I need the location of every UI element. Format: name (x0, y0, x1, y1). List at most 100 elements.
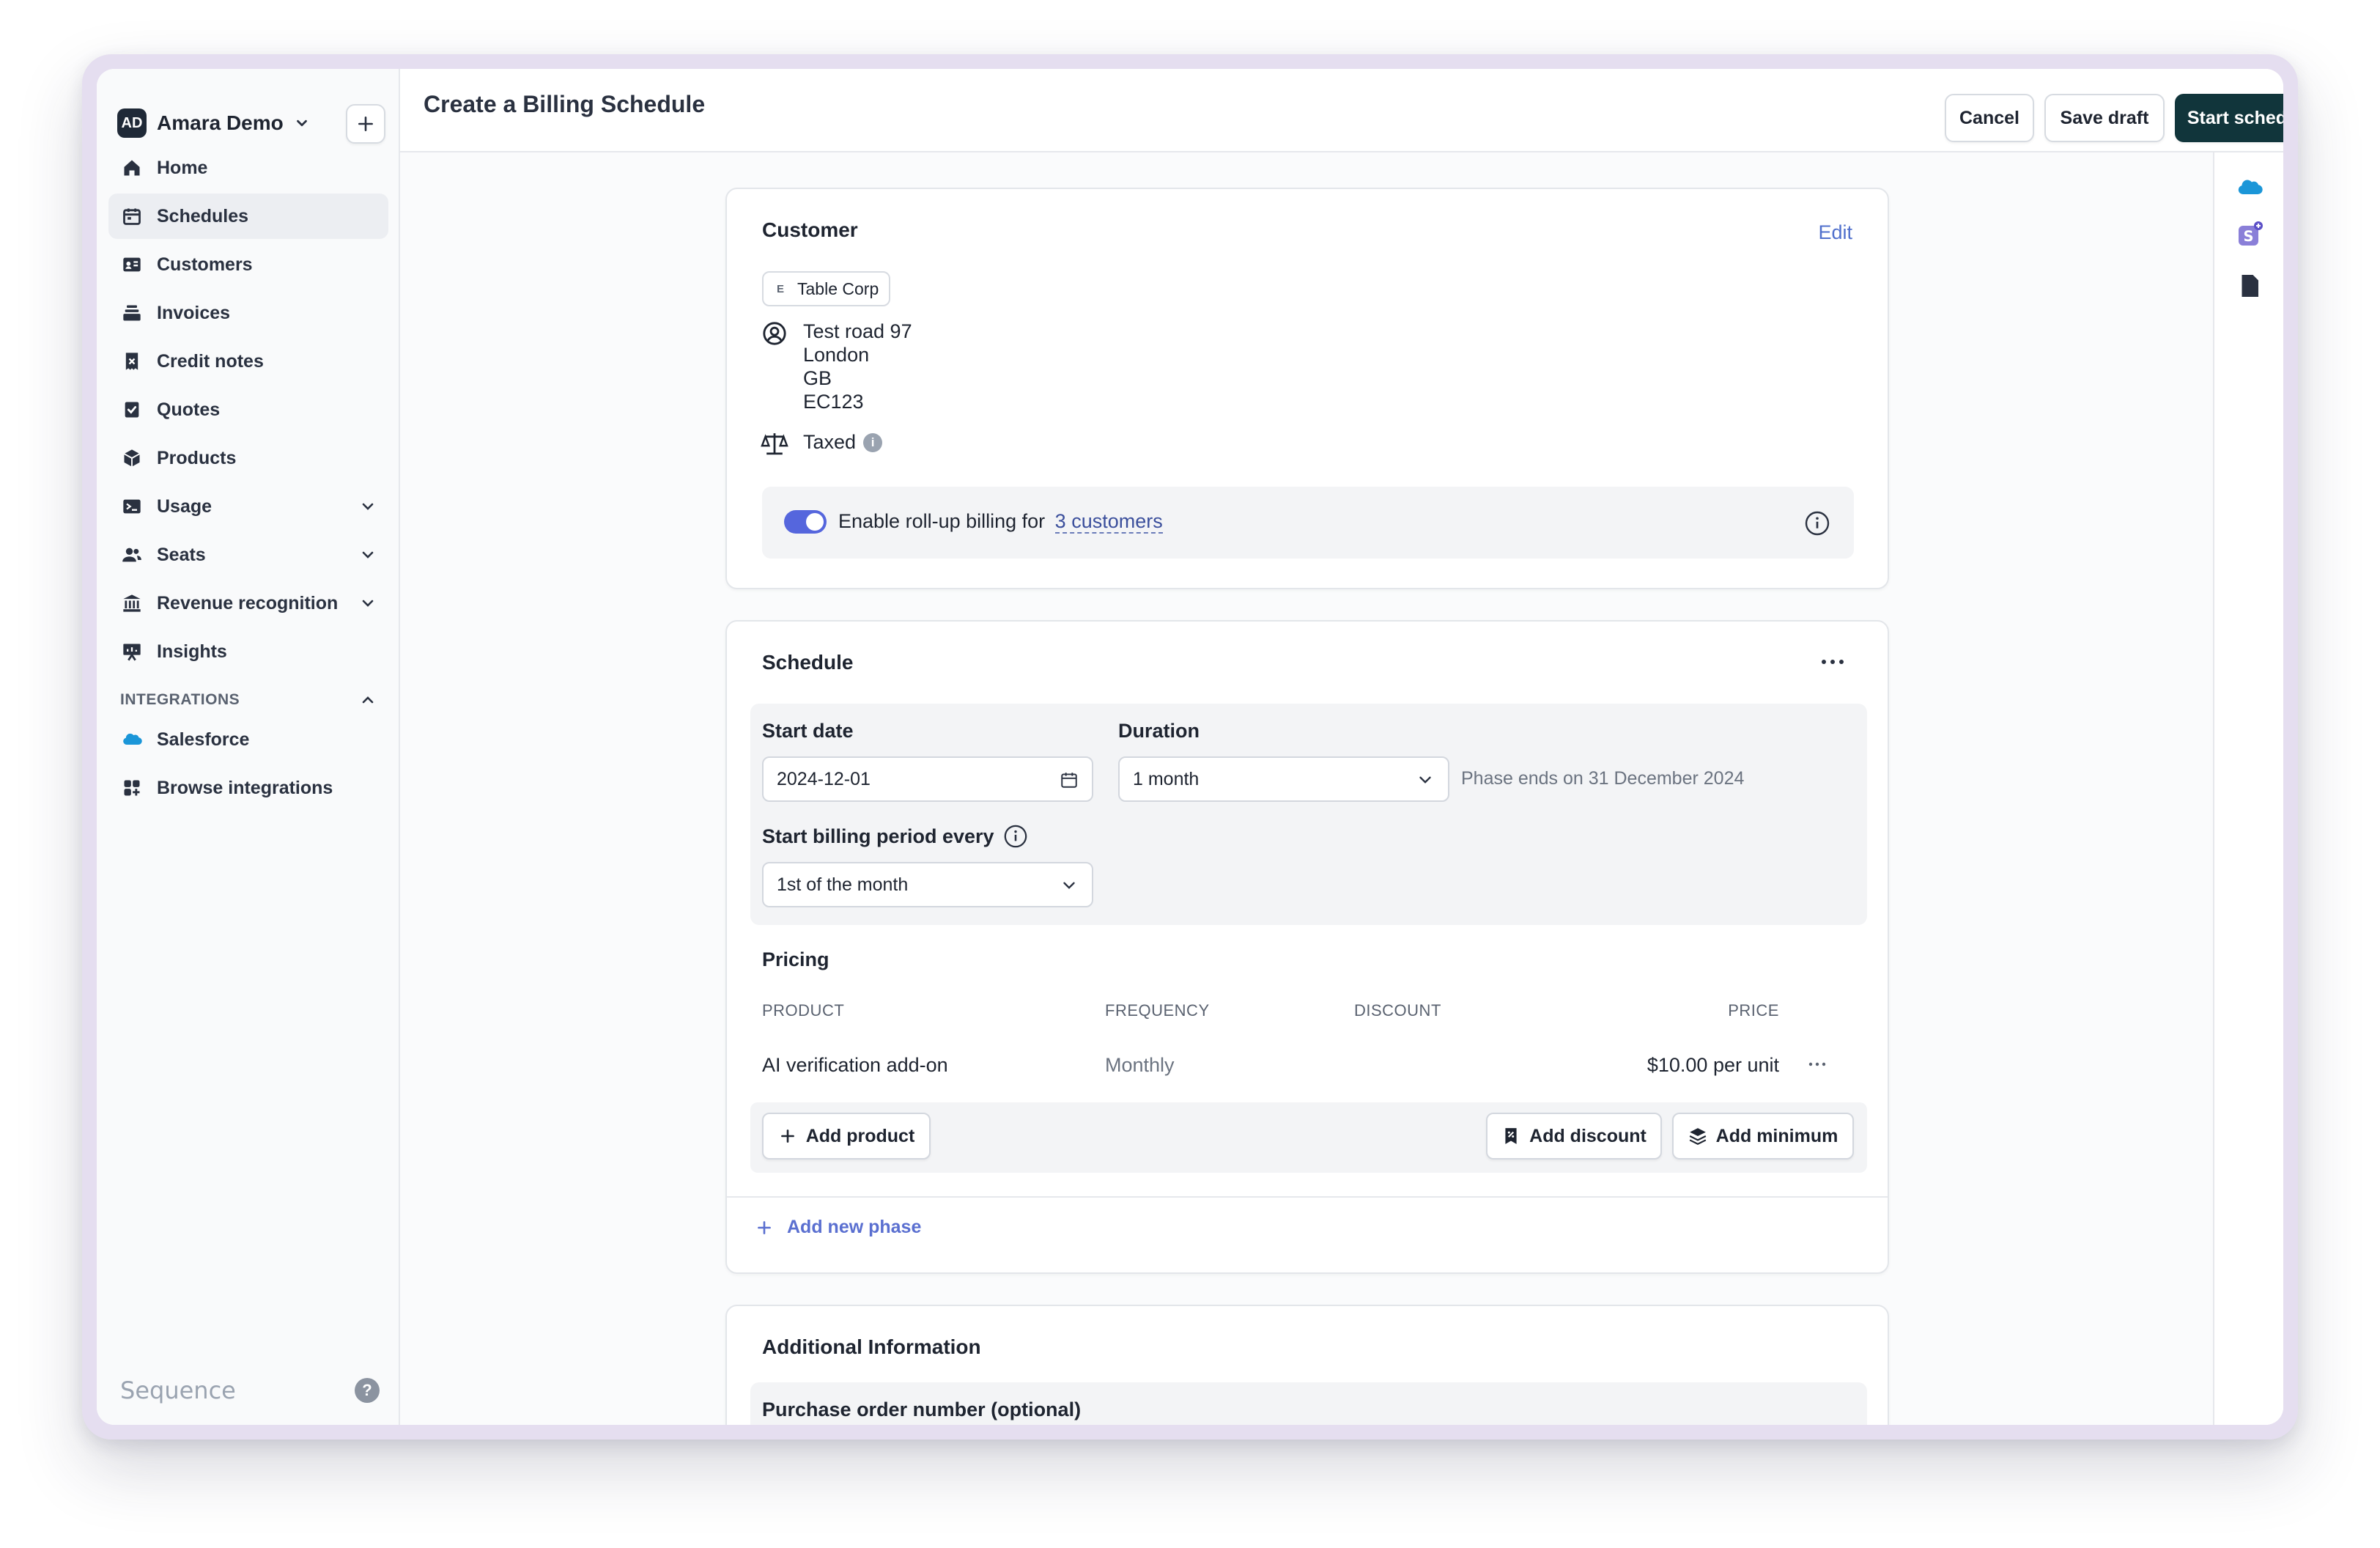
divider (727, 1196, 1888, 1198)
nav-item-salesforce[interactable]: Salesforce (108, 717, 388, 762)
cancel-button[interactable]: Cancel (1945, 94, 2034, 142)
scale-icon (761, 433, 788, 455)
cube-icon (124, 449, 140, 467)
salesforce-cloud-icon[interactable] (2236, 174, 2263, 201)
phase-end-text: Phase ends on 31 December 2024 (1461, 768, 1745, 789)
tax-status-label: Taxed (803, 431, 857, 453)
right-rail: S (2213, 152, 2283, 1425)
add-minimum-button[interactable]: Add minimum (1672, 1113, 1854, 1160)
billing-period-label-row: Start billing period every (762, 824, 1028, 849)
nav-item-invoices[interactable]: Invoices (108, 290, 388, 336)
workspace-name: Amara Demo (157, 111, 284, 134)
chevron-down-icon (362, 551, 374, 559)
check-document-icon (125, 402, 139, 418)
receipt-icon (125, 353, 138, 370)
plus-icon (780, 1129, 794, 1143)
start-date-value: 2024-12-01 (777, 768, 871, 789)
customer-initial: E (777, 282, 785, 295)
nav-item-usage[interactable]: Usage (108, 484, 388, 529)
rollup-billing-row: Enable roll-up billing for 3 customers (762, 487, 1854, 559)
sequence-plus-icon[interactable]: S (2236, 221, 2263, 248)
svg-text:S: S (2243, 228, 2253, 245)
chevron-down-icon (362, 503, 374, 510)
column-header-frequency: FREQUENCY (1105, 1001, 1210, 1020)
billing-period-label: Start billing period every (762, 825, 994, 847)
sidebar: AD Amara Demo Home Schedules Customers I… (97, 69, 400, 1425)
nav-item-credit-notes[interactable]: Credit notes (108, 339, 388, 384)
add-product-button[interactable]: Add product (762, 1113, 931, 1160)
rollup-label: Enable roll-up billing for (838, 510, 1046, 532)
calendar-icon (1061, 773, 1077, 788)
start-date-label: Start date (762, 720, 854, 742)
nav-item-label: Browse integrations (157, 777, 333, 798)
nav-item-label: Credit notes (157, 350, 264, 372)
address-line: GB (803, 367, 832, 389)
rollup-billing-toggle[interactable] (784, 510, 827, 534)
nav-item-label: Salesforce (157, 729, 250, 750)
row-more-icon[interactable] (1808, 1061, 1826, 1067)
nav-item-label: Seats (157, 544, 206, 565)
info-circle-icon[interactable] (1804, 510, 1830, 537)
rollup-billing-text: Enable roll-up billing for 3 customers (838, 510, 1163, 534)
additional-info-card: Additional Information Purchase order nu… (725, 1305, 1889, 1425)
home-icon (124, 160, 140, 176)
nav-item-label: Home (157, 157, 208, 178)
create-button[interactable] (346, 104, 385, 144)
nav-item-seats[interactable]: Seats (108, 532, 388, 578)
address-line: London (803, 344, 870, 366)
calendar-icon (123, 208, 141, 225)
customer-chip[interactable]: E Table Corp (762, 271, 891, 306)
chevron-up-icon (362, 696, 374, 704)
add-discount-button[interactable]: Add discount (1486, 1113, 1662, 1160)
nav-item-home[interactable]: Home (108, 145, 388, 191)
edit-customer-link[interactable]: Edit (1818, 221, 1852, 244)
nav-item-revenue-recognition[interactable]: Revenue recognition (108, 580, 388, 626)
address-line: EC123 (803, 391, 864, 413)
rollup-customers-link[interactable]: 3 customers (1054, 510, 1163, 534)
save-draft-button[interactable]: Save draft (2044, 94, 2165, 142)
schedule-card-title: Schedule (762, 651, 854, 674)
start-date-input[interactable]: 2024-12-01 (762, 756, 1093, 802)
window-frame: AD Amara Demo Home Schedules Customers I… (82, 54, 2298, 1440)
purchase-order-label: Purchase order number (optional) (762, 1398, 1082, 1420)
add-new-phase-link[interactable]: Add new phase (755, 1217, 921, 1238)
chevron-down-icon (1063, 882, 1075, 889)
row-frequency: Monthly (1105, 1054, 1175, 1076)
duration-value: 1 month (1133, 768, 1200, 789)
document-icon[interactable] (2236, 273, 2263, 299)
terminal-icon (123, 499, 141, 514)
duration-select[interactable]: 1 month (1118, 756, 1449, 802)
address-line: Test road 97 (803, 320, 912, 342)
nav-item-label: Revenue recognition (157, 592, 339, 613)
billing-period-select[interactable]: 1st of the month (762, 862, 1093, 907)
pricing-title: Pricing (762, 948, 829, 970)
workspace-switcher[interactable]: AD Amara Demo (117, 101, 310, 145)
nav-item-label: Customers (157, 254, 253, 275)
integrations-section-header[interactable]: INTEGRATIONS (108, 683, 388, 717)
info-circle-icon[interactable] (1003, 824, 1028, 849)
layers-icon (1689, 1128, 1706, 1146)
customer-address: Test road 97 London GB EC123 (803, 320, 912, 413)
discount-tag-icon (1505, 1128, 1517, 1144)
id-card-icon (123, 257, 141, 272)
top-header: Create a Billing Schedule Cancel Save dr… (400, 69, 2283, 152)
nav-item-schedules[interactable]: Schedules (108, 194, 388, 239)
start-schedule-button[interactable]: Start schedule (2175, 94, 2283, 142)
customer-card-title: Customer (762, 218, 858, 241)
add-new-phase-label: Add new phase (787, 1217, 922, 1237)
nav-item-customers[interactable]: Customers (108, 242, 388, 287)
more-options-icon[interactable] (1820, 658, 1845, 666)
nav-item-insights[interactable]: Insights (108, 629, 388, 674)
nav-item-label: Usage (157, 495, 212, 517)
nav-item-quotes[interactable]: Quotes (108, 387, 388, 432)
nav-item-label: Invoices (157, 302, 231, 323)
help-icon[interactable]: ? (355, 1378, 380, 1403)
nav-item-products[interactable]: Products (108, 435, 388, 481)
billing-period-value: 1st of the month (777, 874, 909, 895)
brand-logo: Sequence (120, 1376, 236, 1404)
nav-item-browse-integrations[interactable]: Browse integrations (108, 765, 388, 811)
add-minimum-label: Add minimum (1715, 1125, 1838, 1146)
nav-item-label: Insights (157, 641, 227, 662)
info-icon[interactable]: i (863, 432, 883, 452)
workspace-avatar: AD (117, 108, 147, 138)
